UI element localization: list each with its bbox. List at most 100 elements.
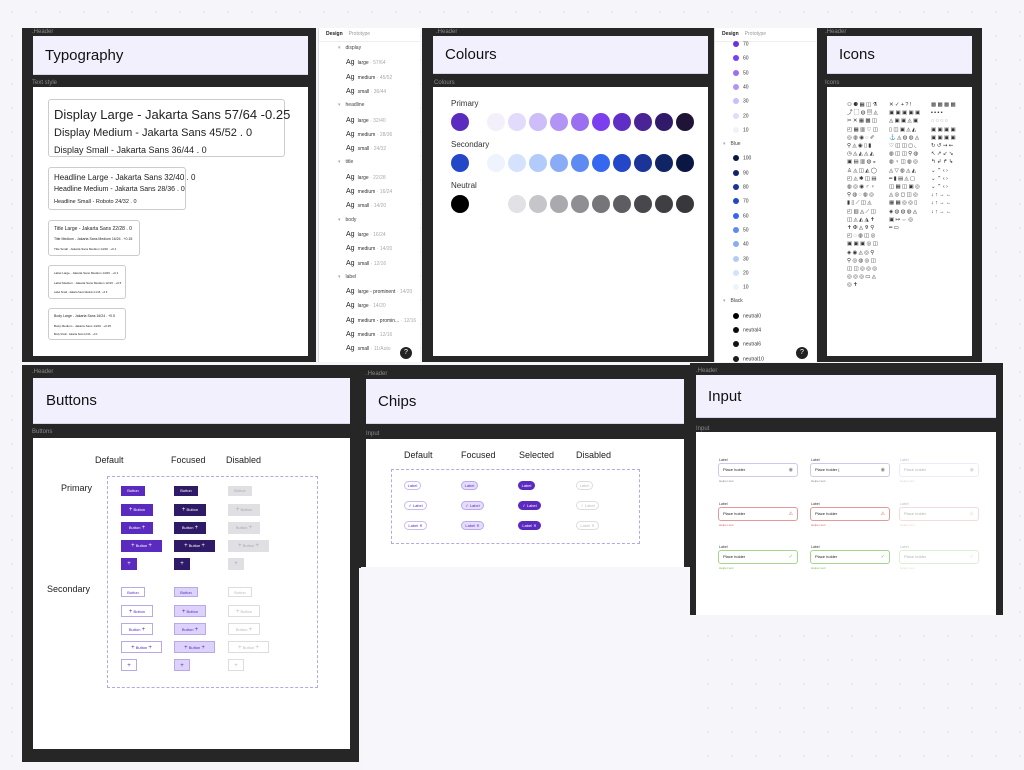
button-default[interactable]: + [121, 558, 137, 570]
text-style-item[interactable]: Ag large · 57/64 [346, 59, 386, 66]
chip-default[interactable]: Label ✕ [404, 521, 427, 530]
text-style-item[interactable]: Ag medium · 14/20 [346, 245, 392, 252]
button-default[interactable]: Button + [121, 522, 153, 534]
colour-style-item[interactable]: 50 [733, 69, 749, 76]
colour-name: 40 [743, 241, 749, 248]
colour-style-item[interactable]: 70 [733, 41, 749, 47]
text-style-preview: Ag [346, 288, 355, 296]
chip-selected[interactable]: Label [518, 481, 535, 490]
colour-style-item[interactable]: neutral6 [733, 341, 761, 348]
colour-style-item[interactable]: 30 [733, 98, 749, 105]
button-focused[interactable]: Button + [174, 623, 206, 635]
colour-style-item[interactable]: neutral10 [733, 355, 764, 362]
button-label: Button [180, 488, 192, 493]
button-focused[interactable]: + Button [174, 504, 206, 516]
text-style-item[interactable]: Ag large · 16/24 [346, 231, 386, 238]
colour-style-item[interactable]: 80 [733, 184, 749, 190]
colour-swatch [733, 355, 739, 362]
text-field[interactable]: Place holder ✓ [810, 550, 890, 564]
button-default[interactable]: Button [121, 486, 145, 496]
colour-style-item[interactable]: 90 [733, 169, 749, 176]
text-style-preview: Ag [346, 73, 355, 81]
help-button[interactable]: ? [400, 347, 412, 359]
text-field[interactable]: Place holder ✓ [718, 550, 798, 564]
chip-selected[interactable]: ✓ Label [518, 501, 541, 510]
button-default[interactable]: Button + [121, 623, 153, 635]
colour-style-item[interactable]: 70 [733, 198, 749, 205]
colour-style-item[interactable]: neutral4 [733, 327, 761, 333]
button-focused[interactable]: + Button + [174, 540, 215, 552]
tab-prototype[interactable]: Prototype [349, 31, 370, 37]
button-default[interactable]: + Button [121, 605, 153, 617]
chip-default[interactable]: ✓ Label [404, 501, 427, 510]
text-style-item[interactable]: Ag large · 22/28 [346, 174, 386, 181]
style-group-header[interactable]: ▾ body [338, 217, 356, 223]
colour-style-item[interactable]: 40 [733, 83, 749, 90]
colour-group-header[interactable]: ▾ Blue [723, 141, 741, 147]
colour-style-item[interactable]: 10 [733, 126, 749, 133]
chip-focused[interactable]: Label ✕ [461, 521, 484, 530]
text-style-item[interactable]: Ag large · 32/40 [346, 117, 386, 124]
text-field: Place holder ◉ [899, 463, 979, 477]
button-default[interactable]: Button [121, 587, 145, 597]
palette-swatch [529, 154, 547, 172]
tab-design[interactable]: Design [326, 31, 343, 37]
text-style-item[interactable]: Ag small · 12/16 [346, 260, 386, 267]
colour-style-item[interactable]: 50 [733, 226, 749, 233]
text-style-item[interactable]: Ag large · 14/20 [346, 302, 386, 309]
tab-prototype[interactable]: Prototype [745, 31, 766, 37]
chip-focused[interactable]: ✓ Label [461, 501, 484, 510]
colour-style-item[interactable]: 10 [733, 284, 749, 290]
text-field[interactable]: Place holder ⚠ [718, 507, 798, 521]
text-style-item[interactable]: Ag large - prominent · 14/20 [346, 288, 412, 295]
button-default[interactable]: + Button + [121, 540, 162, 552]
palette-swatch [508, 113, 526, 131]
plus-icon: + [180, 663, 184, 669]
colour-style-item[interactable]: 100 [733, 155, 751, 162]
button-default[interactable]: + [121, 659, 137, 671]
text-style-item[interactable]: Ag medium · 28/36 [346, 131, 392, 138]
colour-style-item[interactable]: 20 [733, 269, 749, 276]
text-field[interactable]: Place holder ⚠ [810, 507, 890, 521]
text-style-item[interactable]: Ag small · 24/32 [346, 145, 386, 152]
text-style-item[interactable]: Ag medium · 45/52 [346, 74, 392, 81]
colour-swatch [733, 198, 739, 205]
palette-label: Primary [451, 99, 479, 108]
text-field[interactable]: Place holder | ◉ [810, 463, 890, 477]
colour-style-item[interactable]: 20 [733, 112, 749, 119]
text-field[interactable]: Place holder ◉ [718, 463, 798, 477]
help-button[interactable]: ? [796, 347, 808, 359]
text-style-item[interactable]: Ag small · 11/Auto [346, 345, 391, 352]
text-style-item[interactable]: Ag medium · 12/16 [346, 331, 392, 338]
chip-selected[interactable]: Label ✕ [518, 521, 541, 530]
style-group-header[interactable]: ▾ display [338, 45, 361, 51]
colour-group-header[interactable]: ▾ Black [723, 298, 743, 304]
colour-swatch [733, 255, 739, 262]
button-default[interactable]: + Button [121, 504, 153, 516]
button-default[interactable]: + Button + [121, 641, 162, 653]
colour-style-item[interactable]: 30 [733, 255, 749, 262]
text-style-item[interactable]: Ag medium - promin... · 12/16 [346, 317, 416, 324]
colour-style-item[interactable]: 40 [733, 241, 749, 248]
button-focused[interactable]: Button + [174, 522, 206, 534]
colour-style-item[interactable]: 60 [733, 212, 749, 219]
colour-name: 30 [743, 98, 749, 105]
text-style-item[interactable]: Ag small · 14/20 [346, 202, 386, 209]
button-focused[interactable]: + Button [174, 605, 206, 617]
text-style-item[interactable]: Ag small · 36/44 [346, 88, 386, 95]
style-group-header[interactable]: ▾ title [338, 159, 353, 165]
style-group-header[interactable]: ▾ headline [338, 102, 364, 108]
panel-divider [319, 41, 420, 42]
text-style-item[interactable]: Ag medium · 16/24 [346, 188, 392, 195]
colour-style-item[interactable]: neutral0 [733, 312, 761, 319]
style-group-header[interactable]: ▾ label [338, 274, 356, 280]
button-focused[interactable]: + Button + [174, 641, 215, 653]
button-focused[interactable]: Button [174, 486, 198, 496]
tab-design[interactable]: Design [722, 31, 739, 37]
button-focused[interactable]: + [174, 659, 190, 671]
chip-focused[interactable]: Label [461, 481, 478, 490]
button-focused[interactable]: + [174, 558, 190, 570]
colour-style-item[interactable]: 60 [733, 55, 749, 62]
chip-default[interactable]: Label [404, 481, 421, 490]
button-focused[interactable]: Button [174, 587, 198, 597]
